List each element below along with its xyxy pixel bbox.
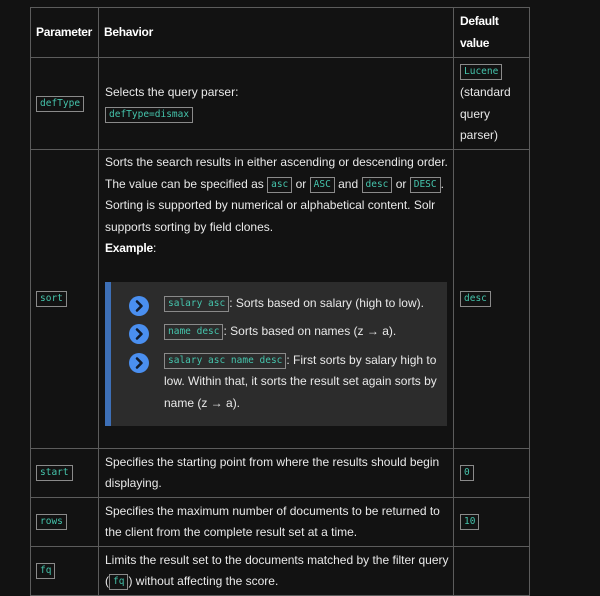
param-cell: rows bbox=[30, 497, 99, 547]
behavior-cell: Sorts the search results in either ascen… bbox=[98, 149, 454, 449]
code-asc: asc bbox=[267, 176, 293, 193]
code-DESC: DESC bbox=[409, 176, 441, 193]
default-cell: Lucene (standard query parser) bbox=[453, 57, 530, 150]
code-desc: desc bbox=[361, 176, 393, 193]
param-code: start bbox=[36, 465, 73, 482]
behavior-cell: Limits the result set to the documents m… bbox=[98, 546, 454, 596]
default-code: 10 bbox=[460, 514, 480, 531]
default-code: desc bbox=[460, 291, 491, 308]
param-code: sort bbox=[36, 291, 67, 308]
param-code: defType bbox=[36, 95, 85, 112]
param-cell: fq bbox=[30, 546, 99, 596]
list-item: name desc: Sorts based on names (z → a). bbox=[129, 321, 441, 344]
default-cell: desc bbox=[453, 149, 530, 449]
chevron-right-circle-icon bbox=[129, 295, 149, 316]
default-cell bbox=[453, 546, 530, 596]
param-cell: start bbox=[30, 448, 99, 498]
sort-or-1: or bbox=[292, 176, 310, 191]
list-item: salary asc name desc: First sorts by sal… bbox=[129, 350, 441, 415]
header-parameter: Parameter bbox=[30, 7, 99, 58]
behavior-code: fq bbox=[109, 574, 129, 590]
param-cell: defType bbox=[30, 57, 99, 150]
param-code: rows bbox=[36, 514, 67, 531]
table-row: rows Specifies the maximum number of doc… bbox=[30, 497, 530, 547]
example-label: Example bbox=[105, 241, 153, 255]
default-text: (standard query parser) bbox=[460, 85, 511, 142]
chevron-right-circle-icon bbox=[129, 324, 149, 344]
example-colon: : bbox=[152, 241, 157, 255]
behavior-text: Selects the query parser: bbox=[105, 85, 239, 99]
fq-text-2: ) without affecting the score. bbox=[128, 574, 279, 588]
table-header-row: Parameter Behavior Default value bbox=[30, 7, 530, 58]
chevron-right-circle-icon bbox=[129, 352, 149, 373]
header-behavior: Behavior bbox=[98, 7, 454, 58]
table-row: start Specifies the starting point from … bbox=[30, 448, 530, 498]
default-code: Lucene bbox=[460, 63, 503, 80]
behavior-code: defType=dismax bbox=[105, 106, 194, 123]
table-row: fq Limits the result set to the document… bbox=[30, 546, 530, 596]
sort-or-2: or bbox=[392, 176, 410, 191]
behavior-cell: Specifies the starting point from where … bbox=[98, 448, 454, 498]
behavior-cell: Selects the query parser: defType=dismax bbox=[98, 57, 454, 150]
example-code: salary asc bbox=[164, 295, 230, 312]
sort-description: Sorts the search results in either ascen… bbox=[105, 152, 449, 238]
default-cell: 10 bbox=[453, 497, 530, 547]
default-code: 0 bbox=[460, 465, 474, 482]
sort-and: and bbox=[334, 176, 362, 191]
list-item: salary asc: Sorts based on salary (high … bbox=[129, 293, 441, 316]
example-text: : Sorts based on salary (high to low). bbox=[229, 295, 424, 310]
header-default-value: Default value bbox=[453, 7, 530, 58]
param-code: fq bbox=[36, 563, 56, 580]
default-cell: 0 bbox=[453, 448, 530, 498]
table-row: sort Sorts the search results in either … bbox=[30, 149, 530, 449]
example-code: name desc bbox=[164, 324, 224, 340]
example-text: : Sorts based on names (z → a). bbox=[223, 324, 397, 338]
behavior-cell: Specifies the maximum number of document… bbox=[98, 497, 454, 547]
code-ASC: ASC bbox=[309, 176, 335, 193]
param-cell: sort bbox=[30, 149, 99, 449]
example-code: salary asc name desc bbox=[164, 352, 287, 369]
example-list: salary asc: Sorts based on salary (high … bbox=[129, 293, 441, 415]
table-row: defType Selects the query parser: defTyp… bbox=[30, 57, 530, 150]
example-box: salary asc: Sorts based on salary (high … bbox=[105, 281, 447, 426]
example-heading: Example: bbox=[105, 238, 449, 260]
parameters-table: Parameter Behavior Default value defType… bbox=[30, 7, 530, 596]
